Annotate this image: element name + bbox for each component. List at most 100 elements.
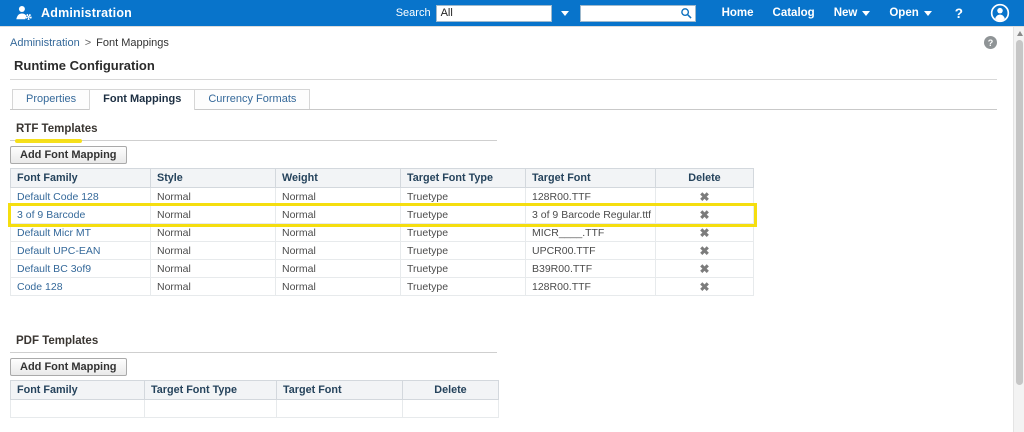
chevron-down-icon xyxy=(923,10,932,16)
table-cell: Normal xyxy=(275,205,401,224)
table-header-row: Font Family Style Weight Target Font Type Ta… xyxy=(10,168,754,188)
table-cell xyxy=(144,399,277,418)
page-content: Administration > Font Mappings ? Runtime… xyxy=(0,27,1024,432)
table-cell: B39R00.TTF xyxy=(525,259,656,278)
tab-bar: Properties Font Mappings Currency Format… xyxy=(10,89,997,110)
breadcrumb: Administration > Font Mappings ? xyxy=(10,36,997,49)
search-icon[interactable] xyxy=(680,7,695,20)
tab-currency-formats-label: Currency Formats xyxy=(208,93,297,105)
search-group: Search All xyxy=(395,4,696,22)
table-cell: 3 of 9 Barcode Regular.ttf xyxy=(525,205,656,224)
nav-home[interactable]: Home xyxy=(722,7,754,19)
search-box xyxy=(579,4,696,22)
font-family-link[interactable]: Default Micr MT xyxy=(10,223,151,242)
table-cell: Truetype xyxy=(400,241,526,260)
pdf-font-mappings-table: Font Family Target Font Type Target Font De… xyxy=(10,380,499,418)
column-header: Style xyxy=(150,168,276,188)
top-navigation-bar: Administration Search All Home Catalog N… xyxy=(0,0,1024,27)
table-row xyxy=(10,399,499,418)
tab-currency-formats[interactable]: Currency Formats xyxy=(194,89,311,109)
font-family-link[interactable]: Default Code 128 xyxy=(10,187,151,206)
table-cell: Normal xyxy=(275,277,401,296)
column-header: Font Family xyxy=(10,168,151,188)
table-cell: Normal xyxy=(275,259,401,278)
scroll-up-arrow[interactable] xyxy=(1014,27,1024,39)
topbar-nav: Home Catalog New Open ? xyxy=(722,3,1010,23)
font-family-link[interactable]: Default BC 3of9 xyxy=(10,259,151,278)
scrollbar[interactable] xyxy=(1013,27,1024,432)
user-avatar-icon[interactable] xyxy=(990,3,1010,23)
table-cell: Normal xyxy=(150,241,276,260)
table-cell: Normal xyxy=(275,241,401,260)
table-row: Default UPC-EAN Normal Normal Truetype UPCR0… xyxy=(10,241,754,260)
page-help-icon[interactable]: ? xyxy=(984,36,997,49)
tab-font-mappings[interactable]: Font Mappings xyxy=(89,89,196,110)
table-cell: Normal xyxy=(275,223,401,242)
title-divider xyxy=(10,79,997,80)
nav-catalog[interactable]: Catalog xyxy=(773,7,815,19)
help-icon[interactable]: ? xyxy=(955,6,963,21)
table-cell: UPCR00.TTF xyxy=(525,241,656,260)
nav-home-label: Home xyxy=(721,7,754,19)
delete-icon[interactable]: ✖ xyxy=(699,244,709,258)
delete-icon[interactable]: ✖ xyxy=(699,208,709,222)
breadcrumb-administration-link[interactable]: Administration xyxy=(10,37,80,49)
column-header: Target Font Type xyxy=(144,380,277,400)
column-header: Font Family xyxy=(10,380,145,400)
highlight-annotation-underline xyxy=(15,139,82,143)
table-cell: MICR____.TTF xyxy=(525,223,656,242)
table-header-row: Font Family Target Font Type Target Font De… xyxy=(10,380,499,400)
font-family-link[interactable]: 3 of 9 Barcode xyxy=(10,205,151,224)
pdf-templates-section-header: PDF Templates xyxy=(10,331,497,353)
scrollbar-thumb[interactable] xyxy=(1016,40,1023,385)
tab-properties[interactable]: Properties xyxy=(12,89,91,109)
rtf-templates-title: RTF Templates xyxy=(16,123,98,135)
table-cell: Truetype xyxy=(400,259,526,278)
table-cell: Truetype xyxy=(400,205,526,224)
page-title: Runtime Configuration xyxy=(14,58,155,73)
table-cell xyxy=(402,399,499,418)
nav-open-menu[interactable]: Open xyxy=(889,7,932,19)
font-family-link[interactable]: Code 128 xyxy=(10,277,151,296)
table-cell: Normal xyxy=(150,277,276,296)
column-header: Weight xyxy=(275,168,401,188)
table-row: 3 of 9 Barcode Normal Normal Truetype 3 of 9… xyxy=(7,202,757,227)
add-font-mapping-button-pdf[interactable]: Add Font Mapping xyxy=(10,358,127,376)
nav-new-menu[interactable]: New xyxy=(834,7,871,19)
nav-catalog-label: Catalog xyxy=(772,7,815,19)
table-cell: Truetype xyxy=(400,277,526,296)
app-title: Administration xyxy=(41,6,132,20)
table-row: Default BC 3of9 Normal Normal Truetype B39R0… xyxy=(10,259,754,278)
table-cell: 128R00.TTF xyxy=(525,187,656,206)
administration-icon xyxy=(14,3,34,23)
breadcrumb-separator: > xyxy=(84,36,92,49)
table-cell: Normal xyxy=(275,187,401,206)
delete-icon[interactable]: ✖ xyxy=(699,190,709,204)
search-scope-dropdown-icon[interactable] xyxy=(560,10,569,16)
table-row: Default Code 128 Normal Normal Truetype 128R… xyxy=(10,187,754,206)
table-cell: 128R00.TTF xyxy=(525,277,656,296)
delete-icon[interactable]: ✖ xyxy=(699,262,709,276)
column-header: Target Font xyxy=(525,168,656,188)
search-scope-select[interactable]: All xyxy=(435,4,552,22)
table-cell xyxy=(276,399,403,418)
delete-icon[interactable]: ✖ xyxy=(699,226,709,240)
rtf-templates-section-header: RTF Templates xyxy=(10,119,497,143)
add-font-mapping-button-rtf[interactable]: Add Font Mapping xyxy=(10,146,127,164)
table-cell: Normal xyxy=(150,259,276,278)
column-header: Delete xyxy=(402,380,499,400)
table-cell: Truetype xyxy=(400,187,526,206)
search-label: Search xyxy=(395,7,431,19)
font-family-link[interactable]: Default UPC-EAN xyxy=(10,241,151,260)
search-input[interactable] xyxy=(580,6,680,20)
tab-properties-label: Properties xyxy=(26,93,77,105)
table-cell: Normal xyxy=(150,223,276,242)
pdf-templates-title: PDF Templates xyxy=(16,335,99,347)
breadcrumb-current: Font Mappings xyxy=(96,36,169,49)
rtf-font-mappings-table: Font Family Style Weight Target Font Type Ta… xyxy=(7,168,757,296)
column-header: Delete xyxy=(655,168,754,188)
table-cell: Normal xyxy=(150,205,276,224)
table-row: Code 128 Normal Normal Truetype 128R00.TTF ✖ xyxy=(10,277,754,296)
delete-icon[interactable]: ✖ xyxy=(699,280,709,294)
column-header: Target Font Type xyxy=(400,168,526,188)
